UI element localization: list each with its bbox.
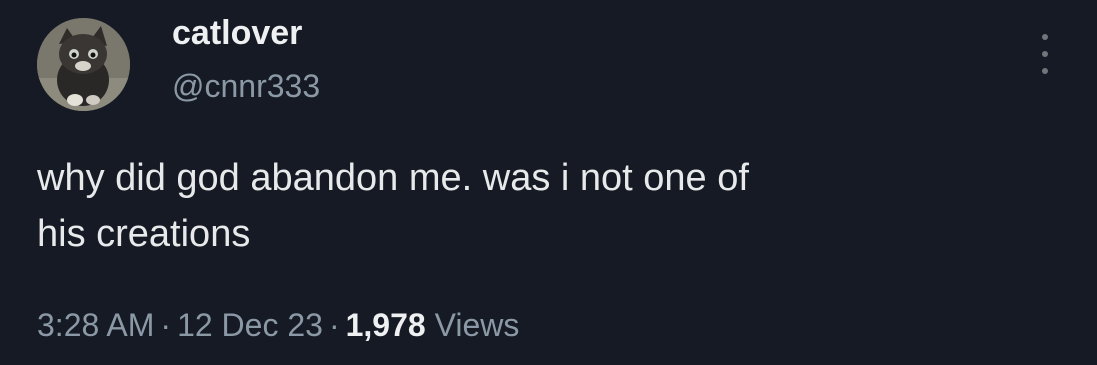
views-label[interactable]: Views <box>435 307 520 343</box>
tweet-text-line: why did god abandon me. was i not one of <box>37 157 749 199</box>
more-dot <box>1042 68 1048 74</box>
tweet-metadata: 3:28 AM · 12 Dec 23 · 1,978 Views <box>37 307 519 344</box>
more-dot <box>1042 51 1048 57</box>
separator: · <box>160 307 172 343</box>
username-handle[interactable]: @cnnr333 <box>172 68 320 105</box>
avatar[interactable] <box>37 18 130 111</box>
display-name[interactable]: catlover <box>172 14 302 53</box>
separator: · <box>328 307 340 343</box>
views-count[interactable]: 1,978 <box>346 307 426 343</box>
more-options-icon[interactable] <box>1030 34 1060 74</box>
tweet-time[interactable]: 3:28 AM <box>37 307 154 343</box>
tweet-text: why did god abandon me. was i not one of… <box>37 150 1057 262</box>
more-dot <box>1042 34 1048 40</box>
cat-avatar-image <box>37 18 130 111</box>
tweet-card: catlover @cnnr333 why did god abandon me… <box>0 0 1097 365</box>
tweet-date[interactable]: 12 Dec 23 <box>177 307 323 343</box>
tweet-text-line: his creations <box>37 213 251 255</box>
